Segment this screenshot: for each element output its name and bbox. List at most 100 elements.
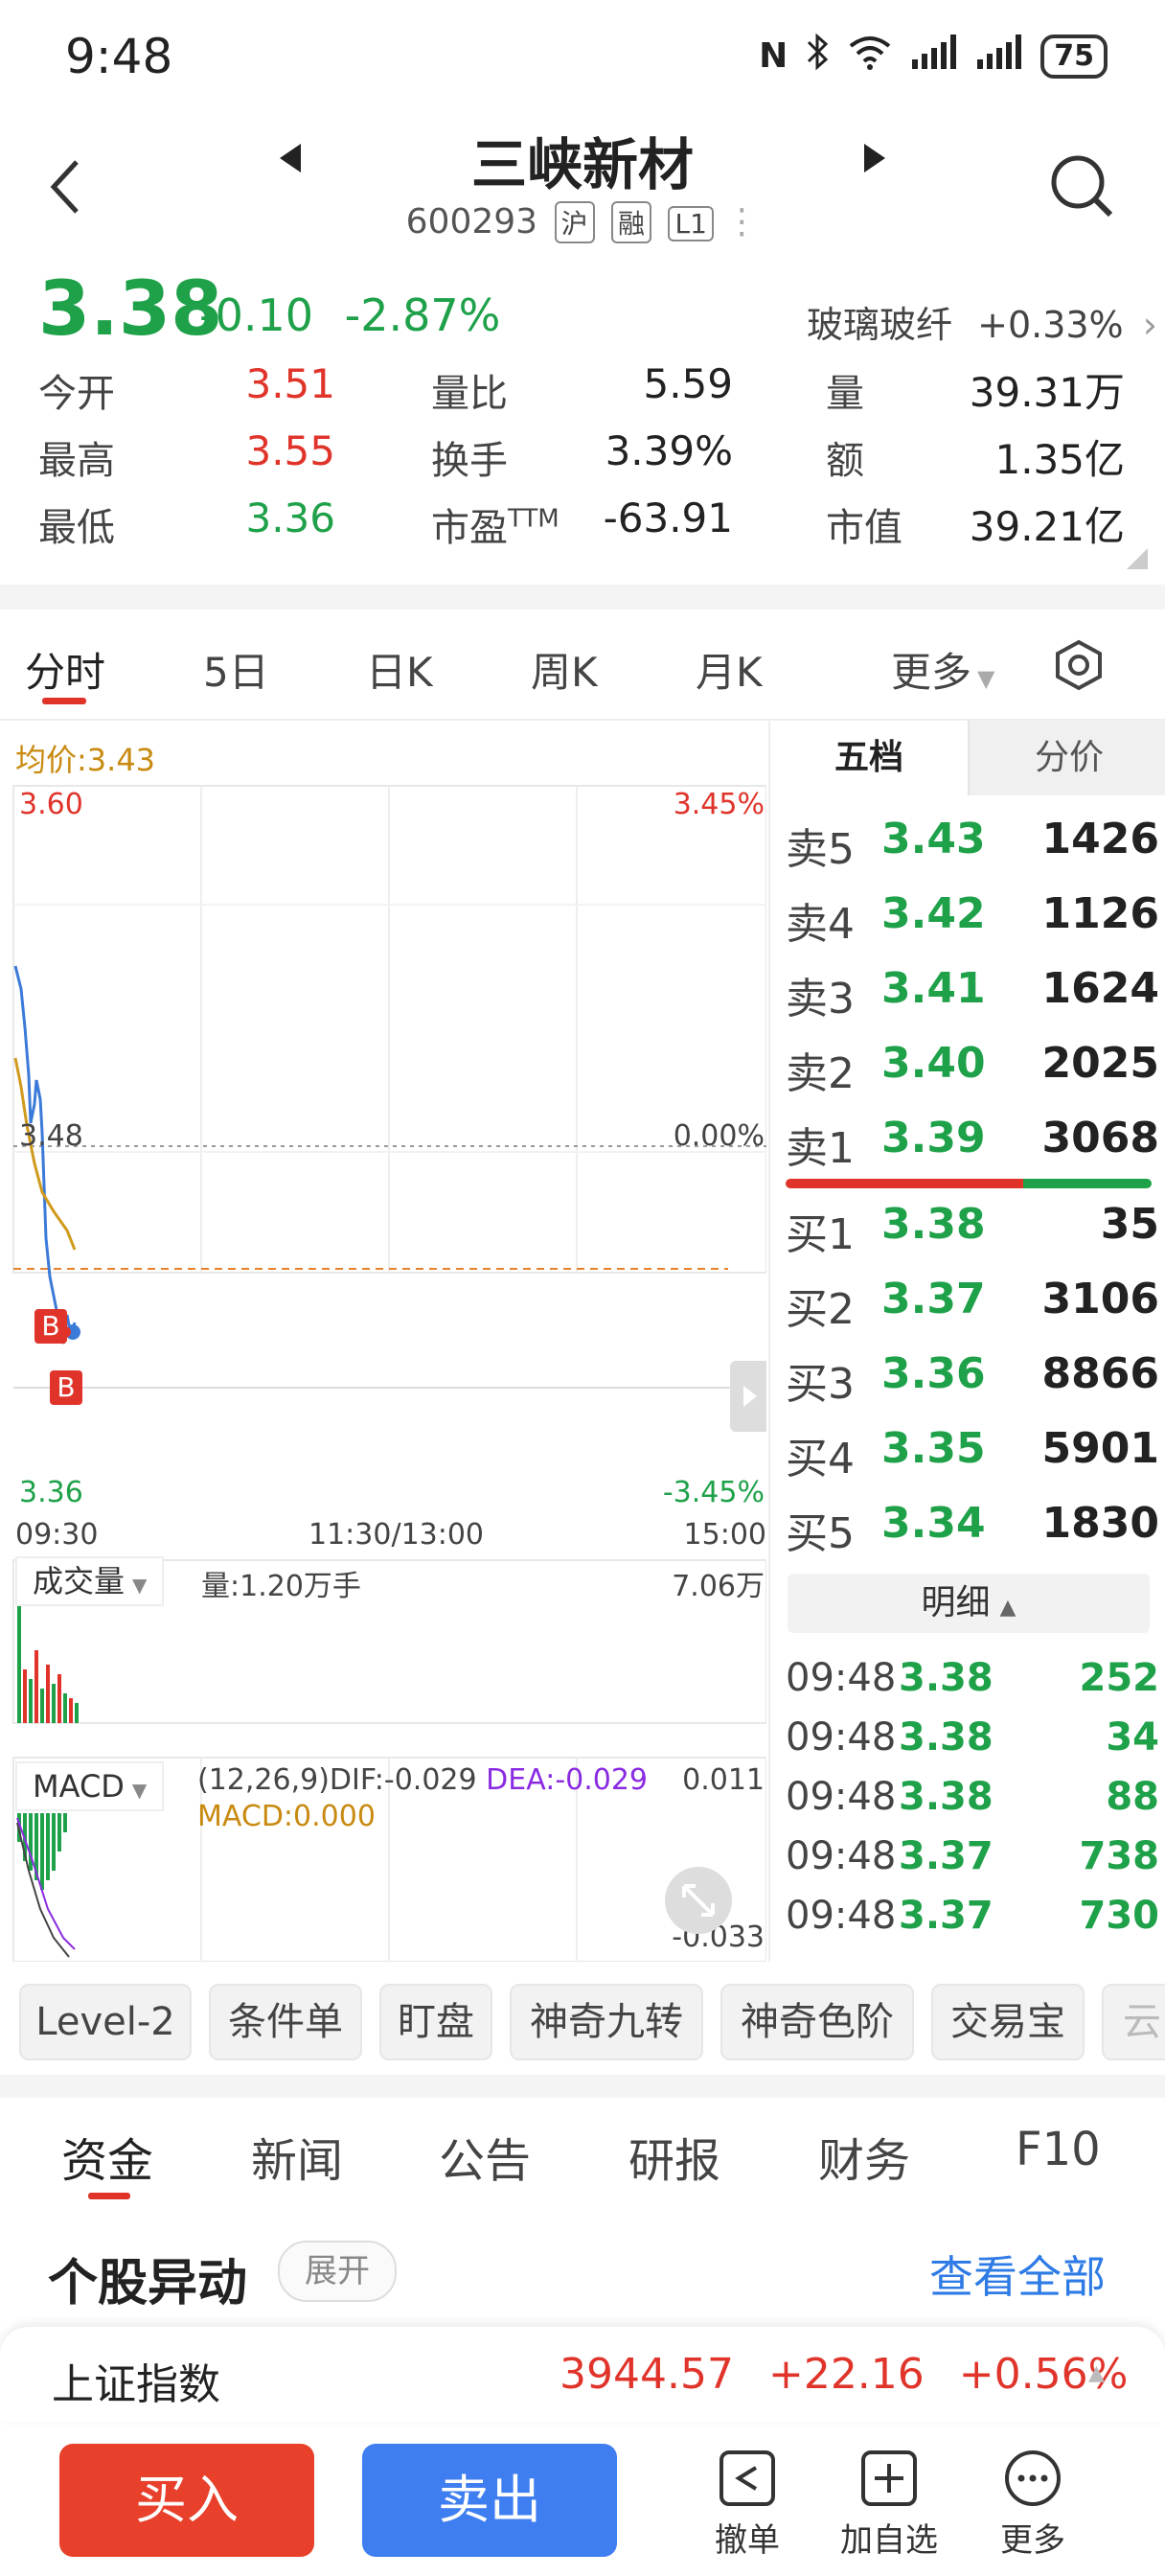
- ask-row-3[interactable]: 卖3 3.41 1624: [786, 964, 1159, 1031]
- signal-icon-1: [910, 33, 958, 80]
- metric-label: 量: [826, 372, 864, 416]
- bid-price: 3.35: [881, 1424, 986, 1473]
- tab-news[interactable]: 新闻: [251, 2123, 343, 2190]
- more-button[interactable]: 更多: [975, 2449, 1090, 2561]
- volume-max: 7.06万: [672, 1570, 765, 1603]
- status-bar: 9:48 N 75: [0, 0, 1165, 110]
- tab-more[interactable]: 更多 ▼: [891, 640, 994, 699]
- tab-announcements[interactable]: 公告: [439, 2123, 531, 2190]
- status-time: 9:48: [65, 29, 173, 84]
- tick-row: 09:48 3.38 88: [786, 1775, 1159, 1832]
- tab-5day[interactable]: 5日: [203, 640, 269, 699]
- bid-row-2[interactable]: 买2 3.37 3106: [786, 1275, 1159, 1342]
- caret-down-icon: ▼: [131, 1779, 148, 1802]
- sector-link[interactable]: 玻璃玻纤 +0.33% ›: [807, 295, 1157, 348]
- intraday-chart[interactable]: 均价:3.43 3.60 3.45% 3.48 0.00% 3.36 -3.45…: [0, 721, 766, 1962]
- add-watchlist-label: 加自选: [840, 2521, 938, 2560]
- add-watchlist-button[interactable]: 加自选: [832, 2449, 947, 2561]
- bid-row-4[interactable]: 买4 3.35 5901: [786, 1424, 1159, 1491]
- ask-row-2[interactable]: 卖2 3.40 2025: [786, 1039, 1159, 1106]
- fullscreen-button[interactable]: [665, 1867, 732, 1934]
- chip-watch[interactable]: 盯盘: [379, 1984, 492, 2060]
- axis-mid-price: 3.48: [19, 1119, 83, 1153]
- tab-daily-k[interactable]: 日K: [366, 640, 433, 699]
- metric-label: 最高: [38, 439, 115, 483]
- bid-label: 买2: [786, 1285, 855, 1334]
- detail-label: 明细: [921, 1583, 991, 1622]
- change-value: -0.10: [199, 289, 314, 341]
- next-stock-button[interactable]: [862, 142, 887, 178]
- cancel-order-label: 撤单: [715, 2521, 780, 2560]
- chart-collapse-handle[interactable]: [730, 1361, 766, 1432]
- cancel-order-button[interactable]: 撤单: [690, 2449, 805, 2561]
- tab-monthly-k[interactable]: 月K: [696, 640, 763, 699]
- detail-toggle[interactable]: 明细 ▲: [788, 1574, 1150, 1633]
- tab-five-levels[interactable]: 五档: [770, 721, 968, 795]
- tick-price: 3.37: [899, 1834, 994, 1878]
- chip-magic-nine[interactable]: 神奇九转: [510, 1984, 703, 2060]
- chip-trade-treasure[interactable]: 交易宝: [931, 1984, 1085, 2060]
- axis-bot-price: 3.36: [19, 1476, 83, 1509]
- chip-conditional-order[interactable]: 条件单: [209, 1984, 362, 2060]
- index-bar[interactable]: 上证指数 3944.57 +22.16 +0.56% ▲: [0, 2327, 1165, 2423]
- tab-finance[interactable]: 财务: [818, 2123, 910, 2190]
- sector-name: 玻璃玻纤: [807, 304, 953, 346]
- tab-intraday[interactable]: 分时: [25, 640, 105, 699]
- axis-top-price: 3.60: [19, 788, 83, 821]
- expand-button[interactable]: 展开: [278, 2241, 397, 2302]
- tab-price-distribution[interactable]: 分价: [968, 721, 1165, 795]
- tick-time: 09:48: [786, 1834, 897, 1878]
- pe-label: 市盈: [431, 506, 508, 550]
- battery-indicator: 75: [1040, 34, 1108, 79]
- index-name: 上证指数: [52, 2360, 220, 2409]
- ask-row-4[interactable]: 卖4 3.42 1126: [786, 889, 1159, 956]
- chip-level2[interactable]: Level-2: [19, 1984, 192, 2060]
- tab-weekly-k[interactable]: 周K: [531, 640, 598, 699]
- ask-volume: 1426: [1041, 815, 1159, 863]
- hexagon-settings-icon: [1056, 639, 1102, 691]
- stock-name: 三峡新材: [470, 132, 694, 197]
- tag-exchange: 沪: [554, 201, 595, 243]
- chip-magic-color[interactable]: 神奇色阶: [720, 1984, 914, 2060]
- ask-price: 3.42: [881, 889, 986, 938]
- chart-settings-button[interactable]: [1052, 638, 1106, 696]
- ask-row-5[interactable]: 卖5 3.43 1426: [786, 815, 1159, 882]
- macd-selector[interactable]: MACD ▼: [15, 1761, 165, 1811]
- bid-label: 买1: [786, 1210, 855, 1259]
- view-all-link[interactable]: 查看全部: [929, 2242, 1106, 2306]
- metric-value: 3.55: [245, 427, 335, 474]
- more-dots-circle-icon: [1005, 2450, 1061, 2506]
- tab-capital[interactable]: 资金: [61, 2123, 153, 2190]
- macd-params: (12,26,9)DIF:-0.029 DEA:-0.029: [197, 1763, 648, 1797]
- sector-pct: +0.33%: [977, 304, 1124, 346]
- bid-volume: 5901: [1041, 1424, 1159, 1473]
- time-start: 09:30: [15, 1518, 99, 1552]
- tab-research[interactable]: 研报: [628, 2123, 720, 2190]
- tick-row: 09:48 3.37 738: [786, 1834, 1159, 1892]
- expand-corner-icon[interactable]: [1127, 548, 1148, 569]
- chart-tabs: 分时 5日 日K 周K 月K 更多 ▼: [0, 613, 1165, 721]
- chip-cloud[interactable]: 云: [1102, 1984, 1165, 2060]
- tool-chips: Level-2 条件单 盯盘 神奇九转 神奇色阶 交易宝 云: [0, 1974, 1165, 2070]
- ask-price: 3.39: [881, 1114, 986, 1162]
- tick-price: 3.38: [899, 1656, 994, 1700]
- bid-label: 买3: [786, 1360, 855, 1409]
- current-price: 3.38: [38, 266, 223, 353]
- bid-row-5[interactable]: 买5 3.34 1830: [786, 1499, 1159, 1566]
- time-mid: 11:30/13:00: [308, 1518, 485, 1552]
- bid-row-1[interactable]: 买1 3.38 35: [786, 1200, 1159, 1267]
- ask-volume: 1624: [1041, 964, 1159, 1013]
- signal-icon-2: [975, 33, 1023, 80]
- caret-up-icon: ▲: [1088, 2361, 1105, 2385]
- ask-row-1[interactable]: 卖1 3.39 3068: [786, 1114, 1159, 1181]
- bid-volume: 35: [1100, 1200, 1159, 1249]
- ask-price: 3.40: [881, 1039, 986, 1088]
- buy-button[interactable]: 买入: [59, 2444, 314, 2557]
- tab-f10[interactable]: F10: [1016, 2123, 1101, 2176]
- tick-volume: 34: [1106, 1715, 1159, 1760]
- tick-volume: 730: [1079, 1894, 1160, 1938]
- avg-price-label: 均价:3.43: [15, 742, 156, 778]
- bid-row-3[interactable]: 买3 3.36 8866: [786, 1349, 1159, 1416]
- sell-button[interactable]: 卖出: [362, 2444, 617, 2557]
- volume-selector[interactable]: 成交量 ▼: [15, 1556, 165, 1606]
